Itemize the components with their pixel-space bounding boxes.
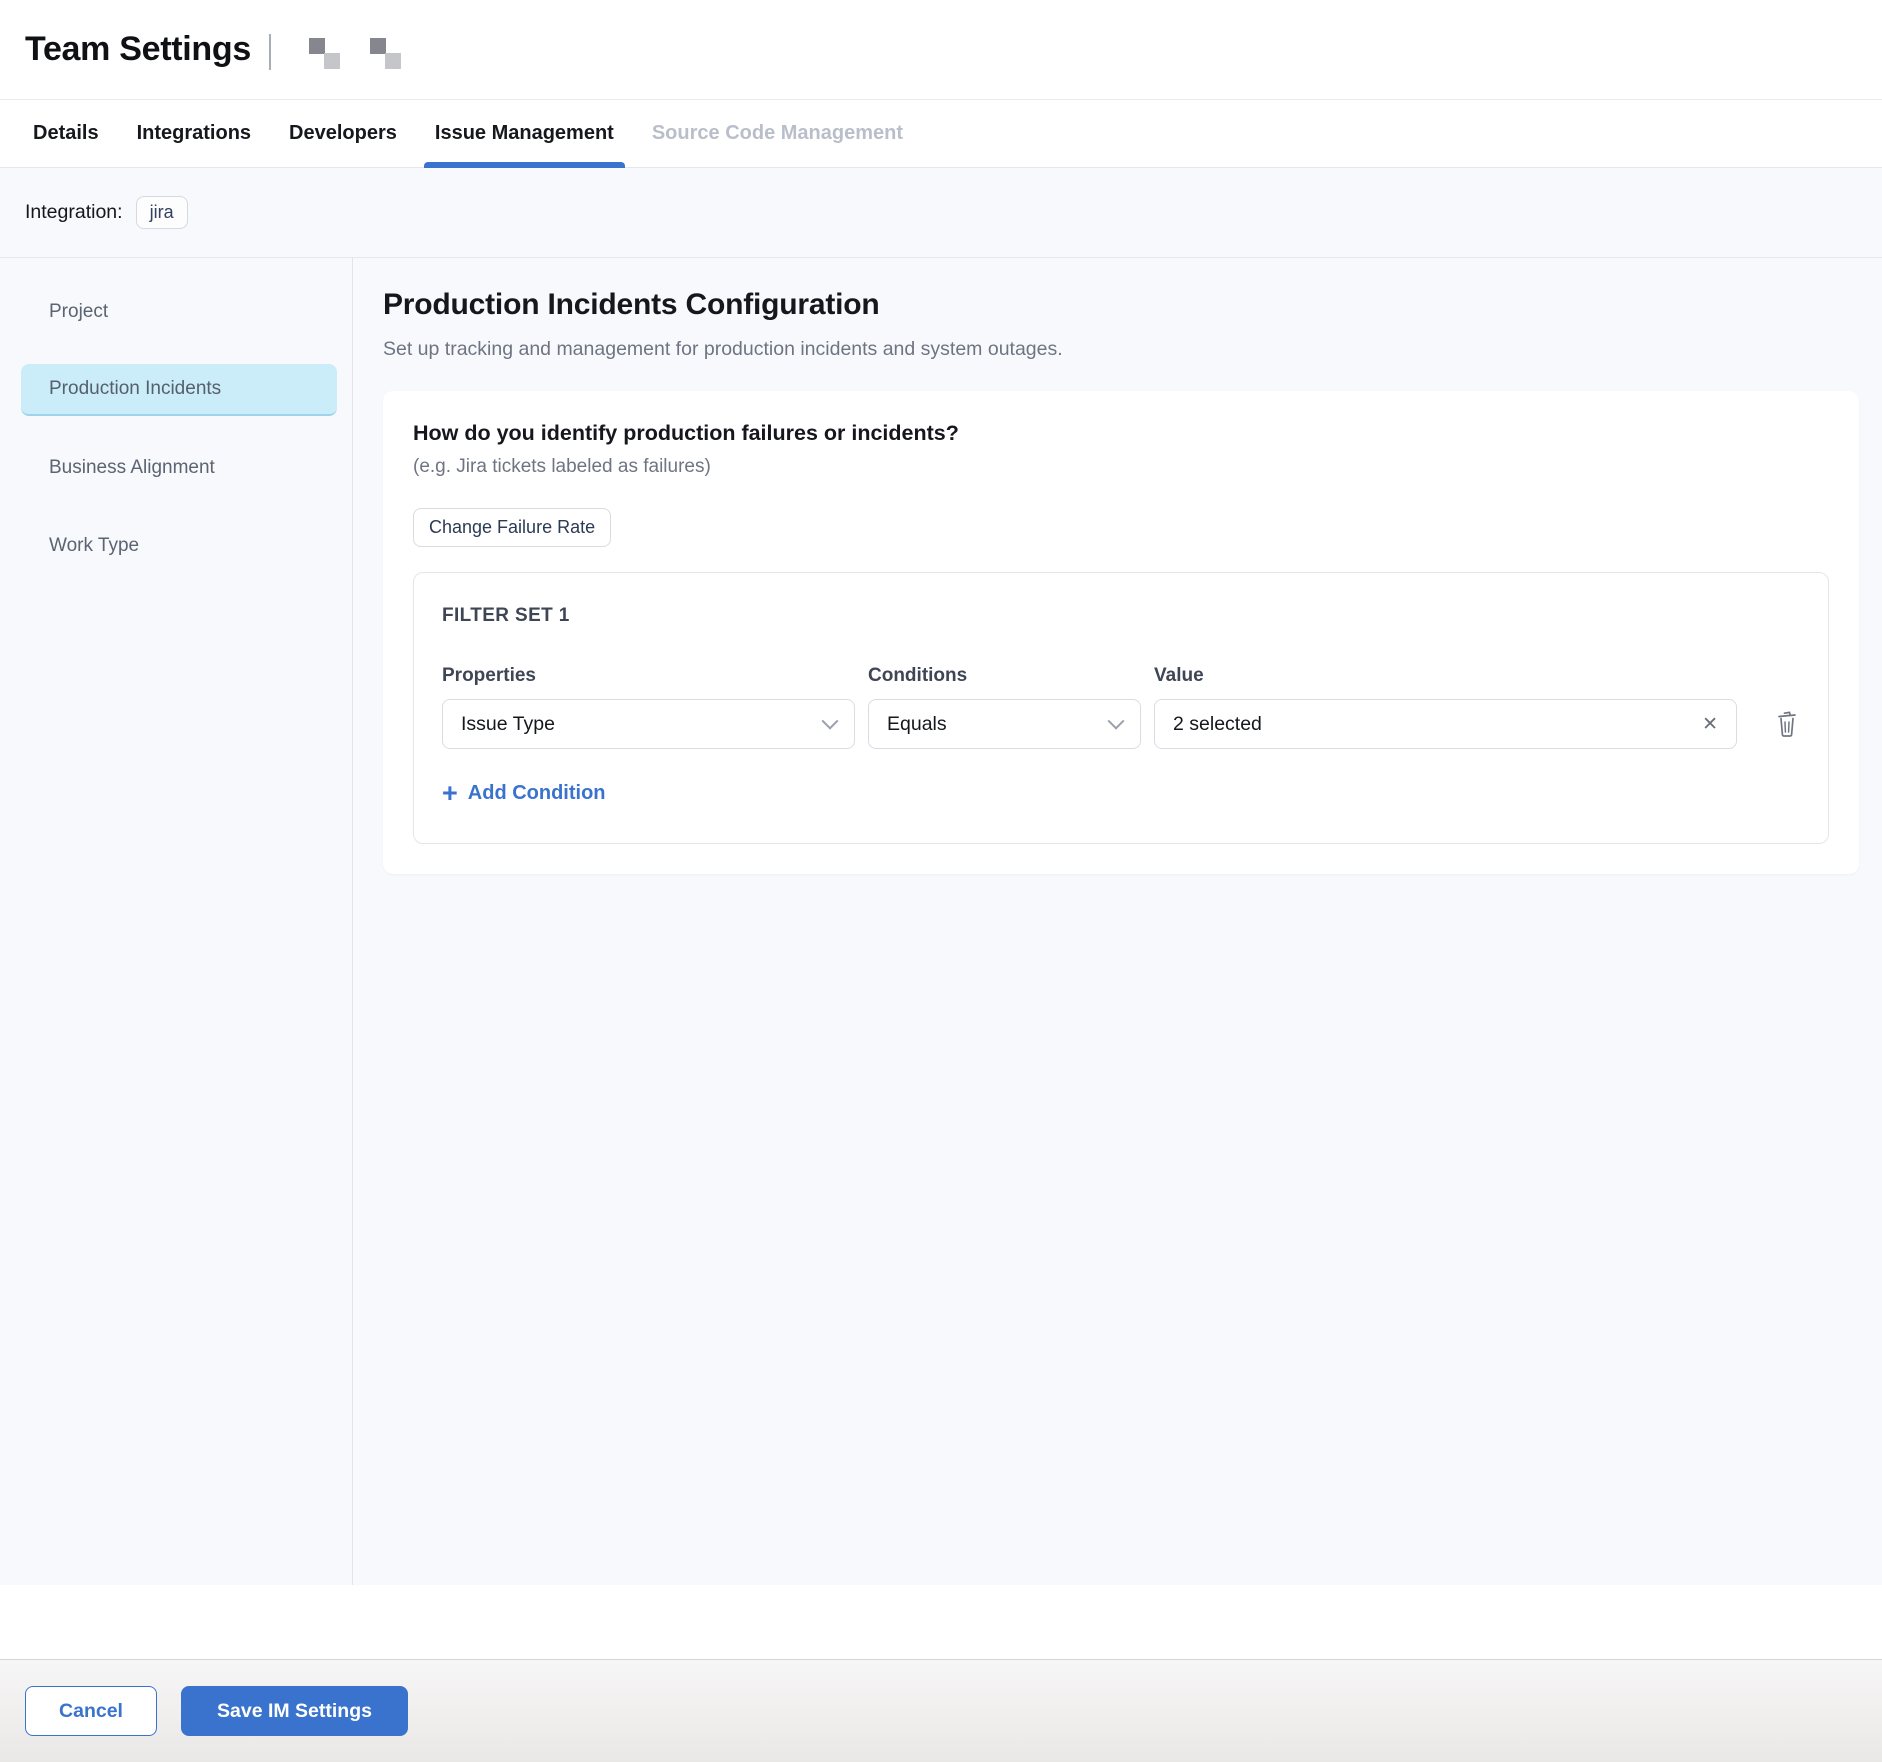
sidebar-item-work-type[interactable]: Work Type — [21, 520, 337, 572]
main-panel: Production Incidents Configuration Set u… — [353, 258, 1882, 1585]
checker-icon — [370, 38, 402, 70]
condition-select[interactable]: Equals — [868, 699, 1141, 749]
plus-icon: + — [442, 781, 458, 805]
content-area: Project Production Incidents Business Al… — [0, 258, 1882, 1585]
sidebar-item-project[interactable]: Project — [21, 286, 337, 338]
tab-source-code-management[interactable]: Source Code Management — [633, 100, 922, 167]
filter-condition-row: Issue Type Equals 2 selected ✕ — [442, 699, 1800, 749]
value-column-label: Value — [1154, 665, 1737, 687]
section-subtitle: Set up tracking and management for produ… — [383, 338, 1859, 361]
delete-condition-button[interactable] — [1774, 709, 1800, 739]
clear-selection-icon[interactable]: ✕ — [1702, 715, 1718, 734]
action-footer: Cancel Save IM Settings — [0, 1659, 1882, 1762]
trash-icon — [1774, 709, 1800, 739]
conditions-column-label: Conditions — [868, 665, 1141, 687]
save-im-settings-button[interactable]: Save IM Settings — [181, 1686, 408, 1736]
checker-icon — [309, 38, 341, 70]
property-select-value: Issue Type — [461, 713, 555, 736]
chevron-down-icon — [1108, 713, 1125, 730]
team-settings-page: Team Settings Details Integrations Devel… — [0, 0, 1882, 1762]
value-multiselect[interactable]: 2 selected ✕ — [1154, 699, 1737, 749]
sidebar-item-production-incidents[interactable]: Production Incidents — [21, 364, 337, 416]
condition-select-value: Equals — [887, 713, 947, 736]
value-select-text: 2 selected — [1173, 713, 1262, 736]
tab-integrations[interactable]: Integrations — [118, 100, 270, 167]
integration-badge: jira — [136, 196, 188, 229]
property-select[interactable]: Issue Type — [442, 699, 855, 749]
filter-set-card: FILTER SET 1 Properties Conditions Value… — [413, 572, 1829, 844]
section-title: Production Incidents Configuration — [383, 288, 1859, 322]
integration-row: Integration: jira — [0, 168, 1882, 258]
change-failure-rate-chip[interactable]: Change Failure Rate — [413, 508, 611, 547]
question-hint: (e.g. Jira tickets labeled as failures) — [413, 456, 1829, 478]
question-title: How do you identify production failures … — [413, 421, 1829, 446]
properties-column-label: Properties — [442, 665, 855, 687]
settings-tab-bar: Details Integrations Developers Issue Ma… — [0, 99, 1882, 168]
tab-developers[interactable]: Developers — [270, 100, 416, 167]
footer-spacer — [0, 1585, 1882, 1659]
cancel-button[interactable]: Cancel — [25, 1686, 157, 1736]
delete-row-cell — [1750, 709, 1800, 739]
top-bar: Team Settings — [0, 0, 1882, 99]
sidebar-item-business-alignment[interactable]: Business Alignment — [21, 442, 337, 494]
settings-sidebar: Project Production Incidents Business Al… — [0, 258, 353, 1585]
tab-details[interactable]: Details — [14, 100, 118, 167]
chevron-down-icon — [822, 713, 839, 730]
add-condition-label: Add Condition — [468, 782, 606, 805]
incidents-config-card: How do you identify production failures … — [383, 391, 1859, 874]
filter-column-labels: Properties Conditions Value — [442, 665, 1800, 687]
add-condition-button[interactable]: + Add Condition — [442, 781, 606, 805]
title-separator — [269, 34, 271, 70]
filter-set-title: FILTER SET 1 — [442, 605, 1800, 627]
integration-label: Integration: — [25, 201, 123, 224]
tab-issue-management[interactable]: Issue Management — [416, 100, 633, 167]
page-title: Team Settings — [25, 30, 251, 69]
